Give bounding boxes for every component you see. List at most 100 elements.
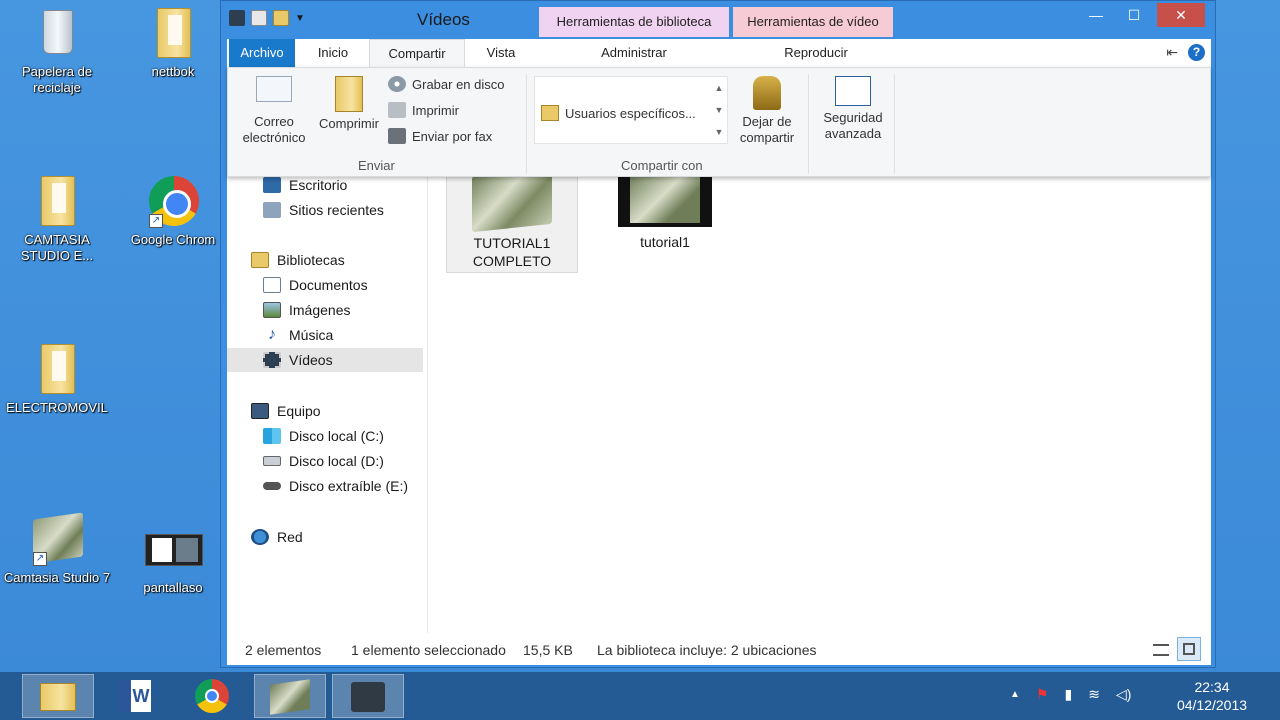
window-title: Vídeos	[417, 10, 470, 29]
desktop-icon-recycle-bin[interactable]: Papelera de reciclaje	[2, 8, 112, 96]
fax-icon	[388, 128, 406, 144]
group-label-enviar: Enviar	[358, 158, 395, 173]
show-hidden-icons-icon[interactable]: ▲	[1010, 689, 1020, 700]
explorer-window: ▼ Vídeos Herramientas de biblioteca Herr…	[220, 0, 1216, 668]
file-name: TUTORIAL1	[473, 235, 551, 251]
taskbar-explorer-button[interactable]	[22, 674, 94, 718]
ribbon-help-area: ⇤ ?	[1166, 44, 1205, 61]
details-view-icon[interactable]	[1149, 637, 1173, 661]
camtasia-recorder-icon	[351, 682, 385, 712]
library-tools-header: Herramientas de biblioteca	[539, 7, 729, 37]
file-item[interactable]: TUTORIAL1 COMPLETO	[446, 167, 578, 273]
nav-item-label: Documentos	[289, 277, 368, 293]
close-button[interactable]: ✕	[1157, 3, 1205, 27]
nav-item-musica[interactable]: ♪ Música	[263, 323, 333, 347]
nav-item-disco-e[interactable]: Disco extraíble (E:)	[263, 474, 408, 498]
nav-item-label: Disco local (C:)	[289, 428, 384, 444]
save-icon[interactable]	[229, 10, 245, 26]
button-label: Enviar por fax	[412, 128, 493, 144]
fax-button[interactable]: Enviar por fax	[388, 128, 492, 144]
word-icon: W	[117, 680, 151, 712]
nav-item-red[interactable]: Red	[251, 525, 303, 549]
tab-vista[interactable]: Vista	[471, 39, 531, 67]
tab-inicio[interactable]: Inicio	[303, 39, 363, 67]
gallery-scroll[interactable]: ▲ ▼ ▼	[711, 77, 727, 143]
taskbar-camtasia-button[interactable]	[254, 674, 326, 718]
desktop-icon-pantallaso[interactable]: pantallaso	[118, 524, 228, 596]
large-icons-view-icon[interactable]	[1177, 637, 1201, 661]
new-folder-icon[interactable]	[273, 10, 289, 26]
pictures-icon	[263, 302, 281, 318]
clock[interactable]: 22:34 04/12/2013	[1170, 678, 1254, 714]
desktop-icon-nettbok[interactable]: nettbok	[118, 8, 228, 80]
users-icon	[541, 105, 559, 121]
desktop-icon-electromovil[interactable]: ELECTROMOVIL	[2, 344, 112, 416]
nav-item-disco-d[interactable]: Disco local (D:)	[263, 449, 384, 473]
tab-compartir[interactable]: Compartir	[369, 39, 465, 67]
nav-item-disco-c[interactable]: Disco local (C:)	[263, 424, 384, 448]
nav-item-label: Disco extraíble (E:)	[289, 478, 409, 494]
status-bar: 2 elementos 1 elemento seleccionado 15,5…	[227, 633, 1211, 665]
folder-icon	[145, 8, 201, 60]
maximize-button[interactable]: ☐	[1119, 3, 1149, 27]
expand-gallery-icon[interactable]: ▼	[711, 121, 727, 143]
nav-item-documentos[interactable]: Documentos	[263, 273, 368, 297]
nav-item-equipo[interactable]: Equipo	[251, 399, 321, 423]
share-item-specific-users[interactable]: Usuarios específicos...	[541, 105, 696, 121]
stop-sharing-button[interactable]: Dejar de compartir	[728, 76, 806, 146]
customize-toolbar-chevron-icon[interactable]: ▼	[295, 13, 305, 24]
action-center-flag-icon[interactable]: ⚑	[1036, 686, 1049, 703]
taskbar-word-button[interactable]: W	[98, 674, 170, 718]
libraries-icon	[251, 252, 269, 268]
recent-places-icon	[263, 202, 281, 218]
nav-item-label: Sitios recientes	[289, 202, 384, 218]
nav-item-bibliotecas[interactable]: Bibliotecas	[251, 248, 345, 272]
removable-drive-icon	[263, 482, 281, 490]
video-tools-header: Herramientas de vídeo	[733, 7, 893, 37]
desktop-icon-camtasia-folder[interactable]: CAMTASIA STUDIO E...	[2, 176, 112, 264]
ribbon-separator	[808, 74, 809, 174]
videos-icon	[263, 352, 281, 368]
nav-item-sitios-recientes[interactable]: Sitios recientes	[263, 198, 384, 222]
battery-icon[interactable]: ▮	[1064, 686, 1072, 703]
scroll-up-icon[interactable]: ▲	[711, 77, 727, 99]
folder-icon	[29, 344, 85, 396]
ribbon-panel: Correo electrónico Comprimir Grabar en d…	[227, 67, 1211, 177]
email-button[interactable]: Correo electrónico	[234, 76, 314, 146]
tab-administrar[interactable]: Administrar	[539, 39, 729, 67]
burn-disc-button[interactable]: Grabar en disco	[388, 76, 505, 92]
file-explorer-icon	[40, 683, 76, 711]
disc-icon	[388, 76, 406, 92]
volume-icon[interactable]: ◁)	[1116, 686, 1131, 703]
status-size: 15,5 KB	[523, 642, 573, 658]
chrome-icon: ↗	[145, 176, 201, 228]
taskbar-chrome-button[interactable]	[176, 674, 248, 718]
nav-item-videos[interactable]: Vídeos	[227, 348, 423, 372]
advanced-security-button[interactable]: Seguridad avanzada	[812, 76, 894, 142]
scroll-down-icon[interactable]: ▼	[711, 99, 727, 121]
compress-button[interactable]: Comprimir	[312, 76, 386, 132]
nav-item-imagenes[interactable]: Imágenes	[263, 298, 350, 322]
chrome-icon	[195, 679, 229, 713]
desktop-icon-chrome[interactable]: ↗ Google Chrom	[118, 176, 228, 248]
properties-icon[interactable]	[251, 10, 267, 26]
system-tray: ▲ ⚑ ▮ ≋ ◁)	[1010, 686, 1131, 703]
share-with-gallery[interactable]: Usuarios específicos... ▲ ▼ ▼	[534, 76, 728, 144]
desktop-icon-label: CAMTASIA STUDIO E...	[20, 232, 94, 263]
desktop-icon-label: Papelera de reciclaje	[21, 64, 93, 95]
taskbar-recorder-button[interactable]	[332, 674, 404, 718]
minimize-button[interactable]: —	[1081, 3, 1111, 27]
file-item[interactable]: tutorial1	[610, 169, 720, 250]
desktop-icon-camtasia-studio[interactable]: ↗ Camtasia Studio 7	[2, 512, 112, 586]
tab-archivo[interactable]: Archivo	[229, 39, 295, 67]
print-button[interactable]: Imprimir	[388, 102, 459, 118]
nav-item-label: Escritorio	[289, 177, 348, 193]
tab-reproducir[interactable]: Reproducir	[733, 39, 899, 67]
share-item-label: Usuarios específicos...	[565, 105, 696, 121]
documents-icon	[263, 277, 281, 293]
status-item-count: 2 elementos	[245, 642, 322, 658]
wifi-icon[interactable]: ≋	[1088, 686, 1100, 703]
pin-ribbon-icon[interactable]: ⇤	[1166, 44, 1178, 61]
help-icon[interactable]: ?	[1188, 44, 1205, 61]
navigation-pane: Escritorio Sitios recientes Bibliotecas …	[227, 177, 427, 633]
